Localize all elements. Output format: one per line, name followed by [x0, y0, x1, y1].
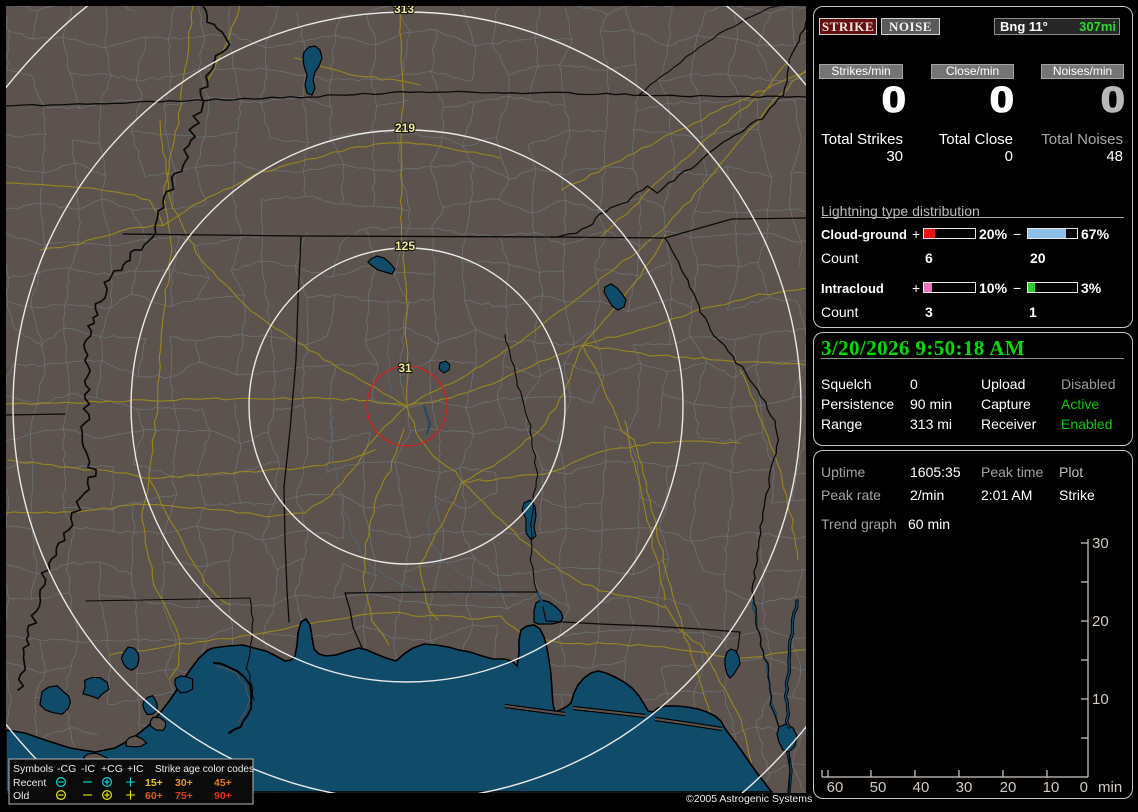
svg-text:31: 31 — [398, 361, 412, 375]
svg-text:Symbols: Symbols — [13, 763, 53, 775]
svg-text:45+: 45+ — [214, 777, 232, 789]
svg-text:30: 30 — [956, 779, 973, 796]
svg-text:-IC: -IC — [81, 763, 95, 775]
svg-text:75+: 75+ — [175, 790, 193, 802]
svg-text:Recent: Recent — [13, 777, 46, 789]
svg-text:Strike age color codes: Strike age color codes — [155, 764, 254, 775]
svg-text:+CG: +CG — [101, 763, 123, 775]
svg-text:-CG: -CG — [57, 763, 76, 775]
svg-text:min: min — [1098, 779, 1122, 796]
svg-text:Old: Old — [13, 790, 30, 802]
svg-text:60+: 60+ — [145, 790, 163, 802]
svg-text:50: 50 — [870, 779, 887, 796]
svg-text:313: 313 — [394, 6, 414, 16]
svg-text:20: 20 — [1092, 613, 1109, 630]
svg-text:40: 40 — [913, 779, 930, 796]
svg-text:0: 0 — [1080, 779, 1088, 796]
svg-text:60: 60 — [827, 779, 844, 796]
svg-text:90+: 90+ — [214, 790, 232, 802]
svg-text:30+: 30+ — [175, 777, 193, 789]
svg-text:125: 125 — [395, 239, 415, 253]
svg-text:20: 20 — [1000, 779, 1017, 796]
svg-text:+IC: +IC — [127, 763, 144, 775]
svg-text:10: 10 — [1043, 779, 1060, 796]
svg-text:10: 10 — [1092, 691, 1109, 708]
svg-text:30: 30 — [1092, 535, 1109, 552]
svg-text:15+: 15+ — [145, 777, 163, 789]
svg-text:219: 219 — [395, 121, 415, 135]
